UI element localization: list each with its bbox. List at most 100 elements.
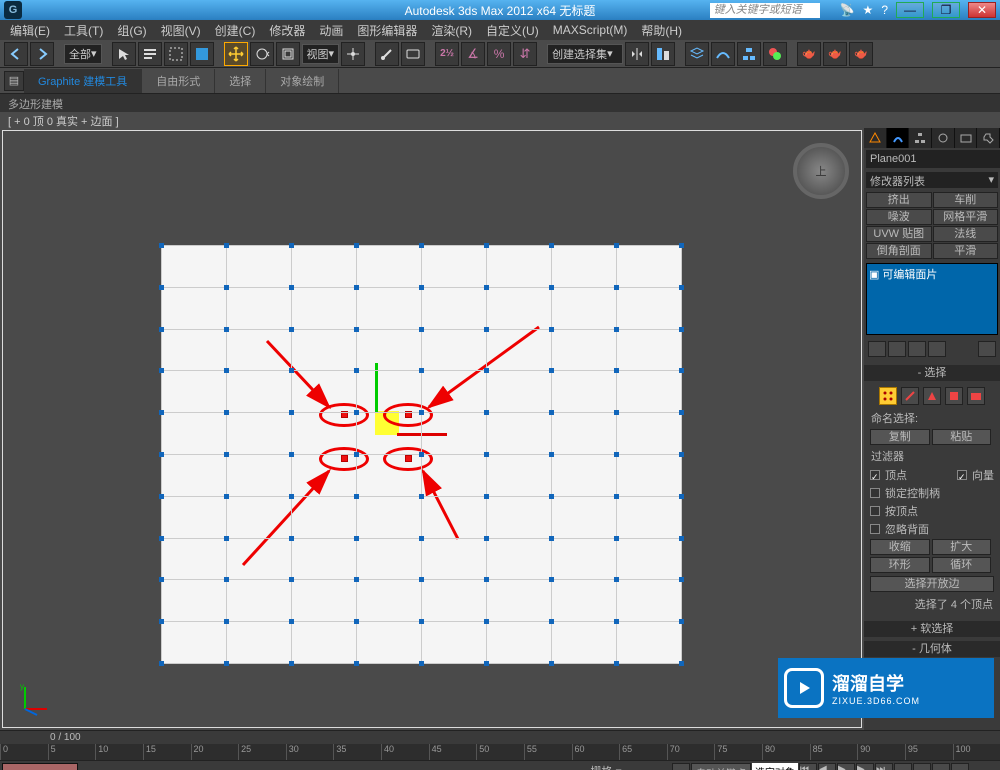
schematic-button[interactable] bbox=[737, 42, 761, 66]
by-vertex-check[interactable] bbox=[870, 506, 880, 516]
vertex[interactable] bbox=[224, 619, 229, 624]
mod-normal[interactable]: 法线 bbox=[933, 226, 999, 242]
rollout-selection-header[interactable]: 选择 bbox=[864, 365, 1000, 381]
nav-orbit-icon[interactable] bbox=[932, 763, 950, 770]
filter-vector-check[interactable] bbox=[957, 470, 967, 480]
vertex[interactable] bbox=[419, 327, 424, 332]
vertex[interactable] bbox=[679, 368, 684, 373]
vertex[interactable] bbox=[354, 661, 359, 666]
vertex[interactable] bbox=[484, 619, 489, 624]
script-recorder[interactable] bbox=[2, 763, 78, 770]
star-icon[interactable]: ★ bbox=[863, 3, 874, 17]
ignore-back-check[interactable] bbox=[870, 524, 880, 534]
vertex[interactable] bbox=[614, 536, 619, 541]
vertex[interactable] bbox=[289, 536, 294, 541]
play-icon[interactable]: ▶ bbox=[837, 763, 855, 770]
vertex[interactable] bbox=[289, 285, 294, 290]
vertex[interactable] bbox=[549, 536, 554, 541]
vertex[interactable] bbox=[289, 577, 294, 582]
vertex[interactable] bbox=[549, 410, 554, 415]
material-editor-button[interactable] bbox=[763, 42, 787, 66]
vertex[interactable] bbox=[159, 243, 164, 248]
menu-maxscript[interactable]: MAXScript(M) bbox=[547, 21, 634, 39]
vertex[interactable] bbox=[614, 619, 619, 624]
vertex[interactable] bbox=[289, 410, 294, 415]
spinner-snap-button[interactable]: ⇵ bbox=[513, 42, 537, 66]
show-end-icon[interactable] bbox=[888, 341, 906, 357]
undo-button[interactable] bbox=[4, 42, 28, 66]
mod-uvwmap[interactable]: UVW 贴图 bbox=[866, 226, 932, 242]
menu-edit[interactable]: 编辑(E) bbox=[4, 20, 56, 41]
manip-button[interactable] bbox=[375, 42, 399, 66]
infocenter-icon[interactable]: 📡 bbox=[840, 3, 855, 17]
nav-max-icon[interactable] bbox=[951, 763, 969, 770]
vertex[interactable] bbox=[224, 494, 229, 499]
key-mode-icon[interactable] bbox=[672, 763, 690, 770]
ribbon-toggle-icon[interactable]: ▤ bbox=[4, 71, 24, 91]
vertex[interactable] bbox=[289, 327, 294, 332]
vertex[interactable] bbox=[224, 368, 229, 373]
vertex[interactable] bbox=[159, 285, 164, 290]
vertex[interactable] bbox=[484, 410, 489, 415]
modifier-list[interactable]: 修改器列表▾ bbox=[866, 172, 998, 188]
filter-vertex-check[interactable] bbox=[870, 470, 880, 480]
rotate-button[interactable] bbox=[250, 42, 274, 66]
vertex[interactable] bbox=[679, 536, 684, 541]
close-button[interactable]: ✕ bbox=[968, 2, 996, 18]
vertex[interactable] bbox=[224, 327, 229, 332]
vertex[interactable] bbox=[159, 577, 164, 582]
vertex[interactable] bbox=[614, 452, 619, 457]
rollout-geom-header[interactable]: 几何体 bbox=[864, 641, 1000, 657]
vertex[interactable] bbox=[419, 410, 424, 415]
vertex[interactable] bbox=[354, 619, 359, 624]
subobj-face-icon[interactable] bbox=[923, 387, 941, 405]
snap-angle-button[interactable]: ∡ bbox=[461, 42, 485, 66]
menu-view[interactable]: 视图(V) bbox=[155, 20, 207, 41]
vertex[interactable] bbox=[419, 661, 424, 666]
scale-button[interactable] bbox=[276, 42, 300, 66]
named-sel-set[interactable]: 创建选择集 ▾ bbox=[547, 44, 623, 64]
gizmo-x-axis[interactable] bbox=[397, 433, 447, 436]
selection-filter[interactable]: 全部 ▾ bbox=[64, 44, 102, 64]
curve-editor-button[interactable] bbox=[711, 42, 735, 66]
select-button[interactable] bbox=[112, 42, 136, 66]
menu-customize[interactable]: 自定义(U) bbox=[480, 20, 545, 41]
vertex[interactable] bbox=[614, 494, 619, 499]
vertex[interactable] bbox=[614, 368, 619, 373]
vertex[interactable] bbox=[419, 619, 424, 624]
menu-tools[interactable]: 工具(T) bbox=[58, 20, 109, 41]
mod-smooth[interactable]: 平滑 bbox=[933, 243, 999, 259]
ring-button[interactable]: 环形 bbox=[870, 557, 930, 573]
ribbon-panel-label[interactable]: 多边形建模 bbox=[0, 94, 1000, 112]
vertex[interactable] bbox=[224, 243, 229, 248]
tab-graphite[interactable]: Graphite 建模工具 bbox=[24, 69, 142, 93]
vertex[interactable] bbox=[484, 327, 489, 332]
vertex[interactable] bbox=[614, 327, 619, 332]
vertex[interactable] bbox=[354, 494, 359, 499]
mod-bevelprofile[interactable]: 倒角剖面 bbox=[866, 243, 932, 259]
vertex[interactable] bbox=[419, 577, 424, 582]
help-icon[interactable]: ? bbox=[881, 3, 888, 17]
vertex[interactable] bbox=[159, 327, 164, 332]
vertex[interactable] bbox=[614, 410, 619, 415]
ref-coord-list[interactable]: 视图 ▾ bbox=[302, 44, 340, 64]
tab-freeform[interactable]: 自由形式 bbox=[142, 69, 215, 93]
vertex[interactable] bbox=[484, 577, 489, 582]
mod-noise[interactable]: 噪波 bbox=[866, 209, 932, 225]
render-frame-button[interactable]: 🫖 bbox=[823, 42, 847, 66]
vertex[interactable] bbox=[549, 243, 554, 248]
snap-percent-button[interactable]: % bbox=[487, 42, 511, 66]
keyboard-shortcut-button[interactable] bbox=[401, 42, 425, 66]
viewport[interactable]: /* lines drawn via JS below */ bbox=[0, 128, 864, 730]
vertex[interactable] bbox=[614, 577, 619, 582]
vertex[interactable] bbox=[549, 327, 554, 332]
vertex[interactable] bbox=[419, 536, 424, 541]
auto-key-button[interactable]: 自动关键点 bbox=[691, 763, 751, 770]
vertex[interactable] bbox=[289, 452, 294, 457]
vertex[interactable] bbox=[354, 410, 359, 415]
vertex[interactable] bbox=[419, 452, 424, 457]
select-region-button[interactable] bbox=[164, 42, 188, 66]
vertex[interactable] bbox=[679, 577, 684, 582]
vertex[interactable] bbox=[289, 494, 294, 499]
vertex[interactable] bbox=[419, 243, 424, 248]
